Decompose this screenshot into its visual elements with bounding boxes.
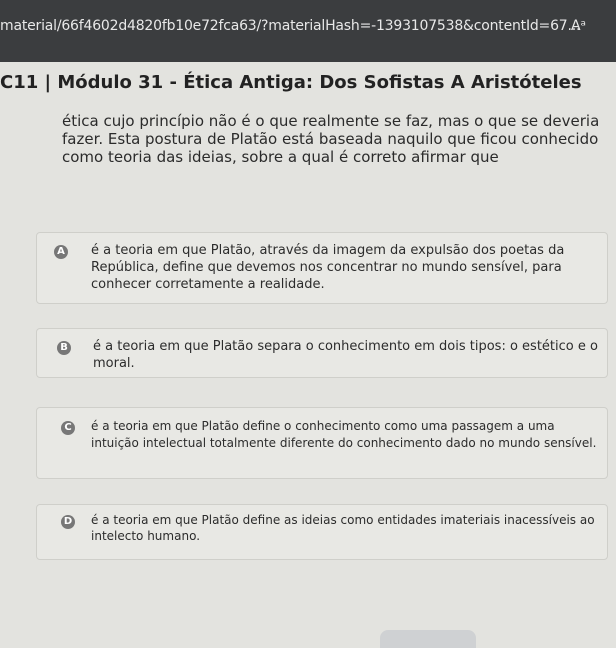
question-statement: ética cujo princípio não é o que realmen… bbox=[62, 112, 600, 166]
question-page: C11 | Módulo 31 - Ética Antiga: Dos Sofi… bbox=[0, 62, 616, 648]
page-title: C11 | Módulo 31 - Ética Antiga: Dos Sofi… bbox=[0, 72, 582, 93]
option-letter-badge: C bbox=[61, 421, 75, 435]
option-c[interactable]: C é a teoria em que Platão define o conh… bbox=[36, 407, 608, 479]
option-text: é a teoria em que Platão separa o conhec… bbox=[93, 339, 598, 371]
bottom-tab-handle[interactable] bbox=[380, 630, 476, 648]
font-size-icon[interactable]: Aᵃ bbox=[571, 18, 586, 34]
option-text: é a teoria em que Platão, através da ima… bbox=[91, 243, 565, 292]
option-d[interactable]: D é a teoria em que Platão define as ide… bbox=[36, 504, 608, 560]
browser-url-bar[interactable]: material/66f4602d4820fb10e72fca63/?mater… bbox=[0, 0, 616, 62]
url-text[interactable]: material/66f4602d4820fb10e72fca63/?mater… bbox=[0, 18, 580, 34]
option-text: é a teoria em que Platão define as ideia… bbox=[91, 513, 595, 543]
option-letter-badge: A bbox=[54, 245, 68, 259]
option-letter-badge: B bbox=[57, 341, 71, 355]
option-b[interactable]: B é a teoria em que Platão separa o conh… bbox=[36, 328, 608, 378]
option-text: é a teoria em que Platão define o conhec… bbox=[91, 419, 597, 450]
option-a[interactable]: A é a teoria em que Platão, através da i… bbox=[36, 232, 608, 304]
option-letter-badge: D bbox=[61, 515, 75, 529]
